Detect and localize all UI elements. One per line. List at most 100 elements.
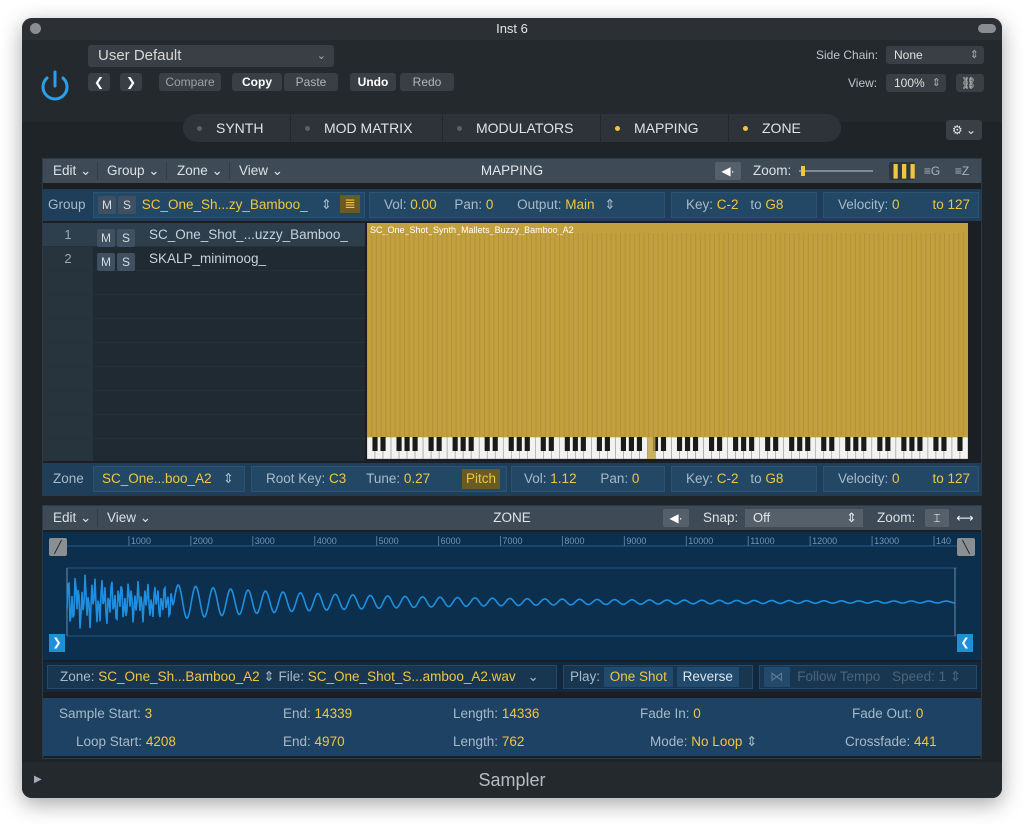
next-preset-button[interactable]: ❯ [120,73,142,91]
black-key[interactable] [829,437,835,451]
sample-start-marker[interactable]: ❯ [49,634,65,652]
zoom-horizontal-button[interactable]: ⟷ [953,509,977,527]
black-key[interactable] [484,437,490,451]
black-key[interactable] [452,437,458,451]
group-velocity-low[interactable]: 0 [892,197,900,212]
group-name-select[interactable]: MS SC_One_Sh...zy_Bamboo_ ⇕ ≣ [93,192,365,218]
black-key[interactable] [412,437,418,451]
black-key[interactable] [660,437,667,451]
zone-velocity-high[interactable]: to 127 [932,467,970,491]
zone-info-name[interactable]: SC_One_Sh...Bamboo_A2 [98,669,259,684]
waveform-area[interactable]: 1000 2000 3000 4000 5000 6000 7000 8000 9000 1000… [43,532,981,660]
black-key[interactable] [885,437,891,451]
sample-start-field[interactable]: Sample Start: 3 [59,706,152,721]
disclosure-triangle-icon[interactable]: ▶ [34,762,42,798]
tab-modulators[interactable]: MODULATORS [443,114,601,142]
black-key[interactable] [548,437,554,451]
black-key[interactable] [628,437,635,451]
black-key[interactable] [741,437,747,451]
black-key[interactable] [468,437,474,451]
black-key[interactable] [428,437,434,451]
mapping-view-menu[interactable]: View ⌄ [233,162,289,180]
black-key[interactable] [436,437,442,451]
crossfade-field[interactable]: Crossfade: 441 [845,734,937,749]
black-key[interactable] [797,437,803,451]
zone-key-low[interactable]: C-2 [717,471,739,486]
tab-zone[interactable]: ZONE [729,114,841,142]
solo-button[interactable]: S [118,196,136,214]
piano-keyboard[interactable] [367,437,968,459]
zone-speaker-button[interactable]: ◀· [663,509,689,527]
fade-in-handle[interactable]: ╱ [49,538,67,556]
black-key[interactable] [773,437,779,451]
redo-button[interactable]: Redo [400,73,454,91]
black-key[interactable] [957,437,963,451]
settings-button[interactable]: ⚙ ⌄ [946,120,982,140]
tab-mod-matrix[interactable]: MOD MATRIX [291,114,443,142]
mute-button[interactable]: M [97,253,115,271]
black-key[interactable] [684,437,691,451]
black-key[interactable] [372,437,378,451]
power-icon[interactable] [36,67,74,105]
zone-view-menu[interactable]: View ⌄ [101,509,157,527]
pitch-button[interactable]: Pitch [461,469,500,489]
compare-button[interactable]: Compare [159,73,221,91]
black-key[interactable] [580,437,586,451]
speaker-button[interactable]: ◀· [715,162,741,180]
prev-preset-button[interactable]: ❮ [88,73,110,91]
view-select[interactable]: 100% ⇕ [886,74,946,92]
zone-edit-menu[interactable]: Edit ⌄ [47,509,99,527]
group-output-value[interactable]: Main [565,197,594,212]
black-key[interactable] [380,437,386,451]
zone-key-high[interactable]: G8 [765,471,783,486]
black-key[interactable] [877,437,883,451]
keyboard-view-button[interactable]: ▐▐▐ [889,162,915,180]
tab-mapping[interactable]: MAPPING [601,114,729,142]
flex-button[interactable]: ⋈ [764,667,790,687]
copy-button[interactable]: Copy [232,73,282,91]
reverse-button[interactable]: Reverse [676,667,739,687]
black-key[interactable] [396,437,402,451]
zoom-vertical-button[interactable]: ⌶ [925,509,949,527]
loop-end-field[interactable]: End: 4970 [283,734,345,749]
follow-tempo-button[interactable]: Follow Tempo [797,669,880,684]
paste-button[interactable]: Paste [284,73,338,91]
loop-start-field[interactable]: Loop Start: 4208 [76,734,176,749]
zone-vol-value[interactable]: 1.12 [550,471,576,486]
group-key-low[interactable]: C-2 [717,197,739,212]
link-button[interactable]: ⛓ [956,74,984,92]
list-icon[interactable]: ≣ [340,195,360,213]
black-key[interactable] [749,437,755,451]
group-pan-value[interactable]: 0 [486,197,494,212]
zone-name-select[interactable]: SC_One...boo_A2 ⇕ [93,466,245,492]
black-key[interactable] [516,437,522,451]
black-key[interactable] [941,437,947,451]
root-key-value[interactable]: C3 [329,471,346,486]
undo-button[interactable]: Undo [350,73,396,91]
mapping-edit-menu[interactable]: Edit ⌄ [47,162,99,180]
mute-button[interactable]: M [98,196,116,214]
black-key[interactable] [404,437,410,451]
black-key[interactable] [692,437,699,451]
snap-select[interactable]: Off ⇕ [745,509,863,527]
black-key[interactable] [508,437,514,451]
black-key[interactable] [572,437,578,451]
black-key[interactable] [733,437,739,451]
close-dot-icon[interactable] [30,23,41,34]
black-key[interactable] [596,437,602,451]
speed-value[interactable]: 1 [939,669,947,684]
black-key[interactable] [917,437,923,451]
black-key[interactable] [604,437,610,451]
resize-pill-icon[interactable] [978,24,996,33]
black-key[interactable] [524,437,530,451]
black-key[interactable] [564,437,570,451]
black-key[interactable] [861,437,867,451]
group-list-item[interactable]: 2 MS SKALP_minimoog_ [43,247,365,271]
mapping-group-menu[interactable]: Group ⌄ [101,162,167,180]
black-key[interactable] [909,437,915,451]
sample-length-field[interactable]: Length: 14336 [453,706,539,721]
black-key[interactable] [620,437,626,451]
group-velocity-high[interactable]: to 127 [932,193,970,217]
tune-value[interactable]: 0.27 [404,471,430,486]
loop-length-field[interactable]: Length: 762 [453,734,524,749]
